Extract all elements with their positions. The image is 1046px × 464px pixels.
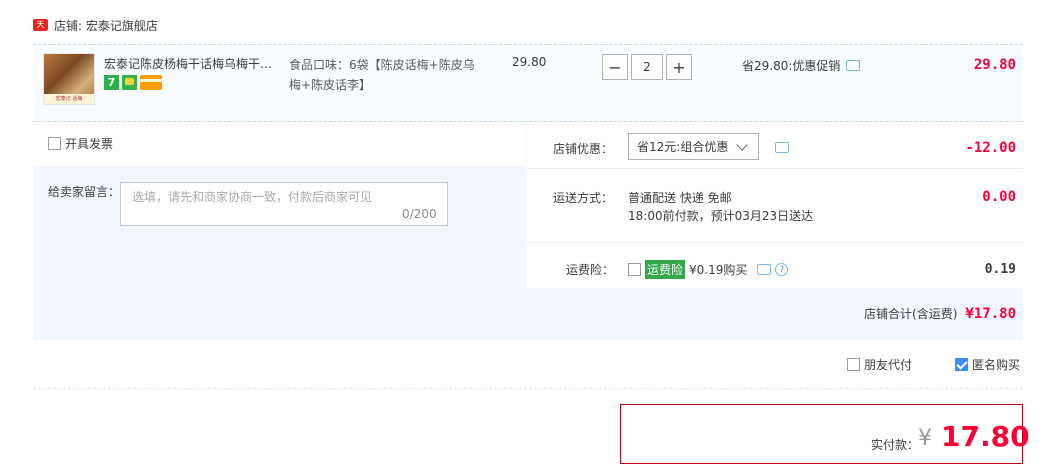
card-icon — [140, 75, 162, 90]
message-label: 给卖家留言： — [48, 185, 121, 199]
unit-price: 29.80 — [512, 55, 547, 69]
product-sku: 食品口味：6袋【陈皮话梅+陈皮乌梅+陈皮话李】 — [289, 58, 475, 92]
divider — [527, 242, 1023, 243]
friend-pay-label: 朋友代付 — [864, 358, 913, 372]
currency-symbol: ¥ — [918, 426, 932, 451]
item-subtotal: 29.80 — [973, 57, 1016, 73]
payment-amount: 17.80 — [941, 420, 1030, 453]
divider — [527, 168, 1023, 169]
insurance-price: ¥0.19购买 — [689, 263, 748, 277]
payment-label: 实付款： — [871, 438, 920, 452]
insurance-tag: 运费险 — [645, 260, 686, 279]
invoice-label: 开具发票 — [65, 137, 114, 151]
chat-icon[interactable] — [846, 60, 861, 71]
help-icon[interactable]: ? — [775, 263, 789, 276]
shield-icon — [122, 75, 137, 90]
anonymous-option[interactable]: 匿名购买 — [955, 356, 1020, 373]
seven-day-return-icon: 7 — [104, 75, 119, 90]
quantity-stepper: − 2 + — [602, 54, 692, 80]
friend-pay-checkbox[interactable] — [847, 358, 860, 371]
thumbnail-caption: 宏泰记 话梅 — [44, 94, 94, 104]
insurance-option[interactable]: 运费险 ¥0.19购买 ? — [628, 260, 789, 279]
coupon-selected-value: 省12元:组合优惠 — [637, 140, 729, 154]
tmall-icon: 天猫 — [33, 19, 48, 41]
friend-pay-option[interactable]: 朋友代付 — [847, 356, 912, 373]
shipping-method: 普通配送 快递 免邮 — [628, 191, 732, 205]
message-counter: 0/200 — [402, 207, 437, 221]
insurance-label: 运费险： — [566, 263, 615, 277]
shop-total-amount: ¥17.80 — [965, 305, 1016, 322]
shop-name[interactable]: 店铺: 宏泰记旗舰店 — [54, 17, 158, 34]
shop-header: 天猫 店铺: 宏泰记旗舰店 — [33, 15, 158, 41]
shipping-label: 运送方式： — [553, 191, 614, 205]
chat-icon[interactable] — [757, 264, 772, 275]
shop-total: 店铺合计(含运费) ¥17.80 — [864, 305, 1016, 322]
product-title[interactable]: 宏泰记陈皮杨梅干话梅乌梅干蜜... — [104, 55, 282, 73]
increase-button[interactable]: + — [666, 54, 692, 80]
shipping-eta: 18:00前付款，预计03月23日送达 — [628, 209, 814, 223]
quantity-input[interactable]: 2 — [631, 54, 663, 80]
shipping-details: 普通配送 快递 免邮 18:00前付款，预计03月23日送达 — [628, 189, 813, 225]
product-thumbnail[interactable]: 宏泰记 话梅 — [43, 53, 95, 105]
divider — [33, 388, 1023, 389]
promo-text: 省29.80:优惠促销 — [742, 59, 841, 73]
chat-icon[interactable] — [775, 142, 789, 153]
decrease-button[interactable]: − — [602, 54, 628, 80]
insurance-checkbox[interactable] — [628, 263, 641, 276]
insurance-amount: 0.19 — [984, 262, 1016, 277]
invoice-checkbox[interactable] — [48, 137, 61, 150]
coupon-select[interactable]: 省12元:组合优惠 — [628, 133, 759, 160]
chevron-down-icon — [736, 138, 748, 151]
discount-label: 店铺优惠： — [553, 142, 614, 156]
shipping-amount: 0.00 — [982, 189, 1016, 205]
discount-amount: -12.00 — [965, 140, 1016, 156]
service-icons: 7 — [104, 75, 162, 90]
anonymous-checkbox[interactable] — [955, 358, 968, 371]
message-placeholder: 选填，请先和商家协商一致，付款后商家可见 — [132, 190, 373, 204]
invoice-toggle[interactable]: 开具发票 — [48, 135, 113, 152]
shop-total-label: 店铺合计(含运费) — [864, 307, 958, 321]
anonymous-label: 匿名购买 — [972, 358, 1021, 372]
promo-info: 省29.80:优惠促销 — [742, 57, 861, 74]
